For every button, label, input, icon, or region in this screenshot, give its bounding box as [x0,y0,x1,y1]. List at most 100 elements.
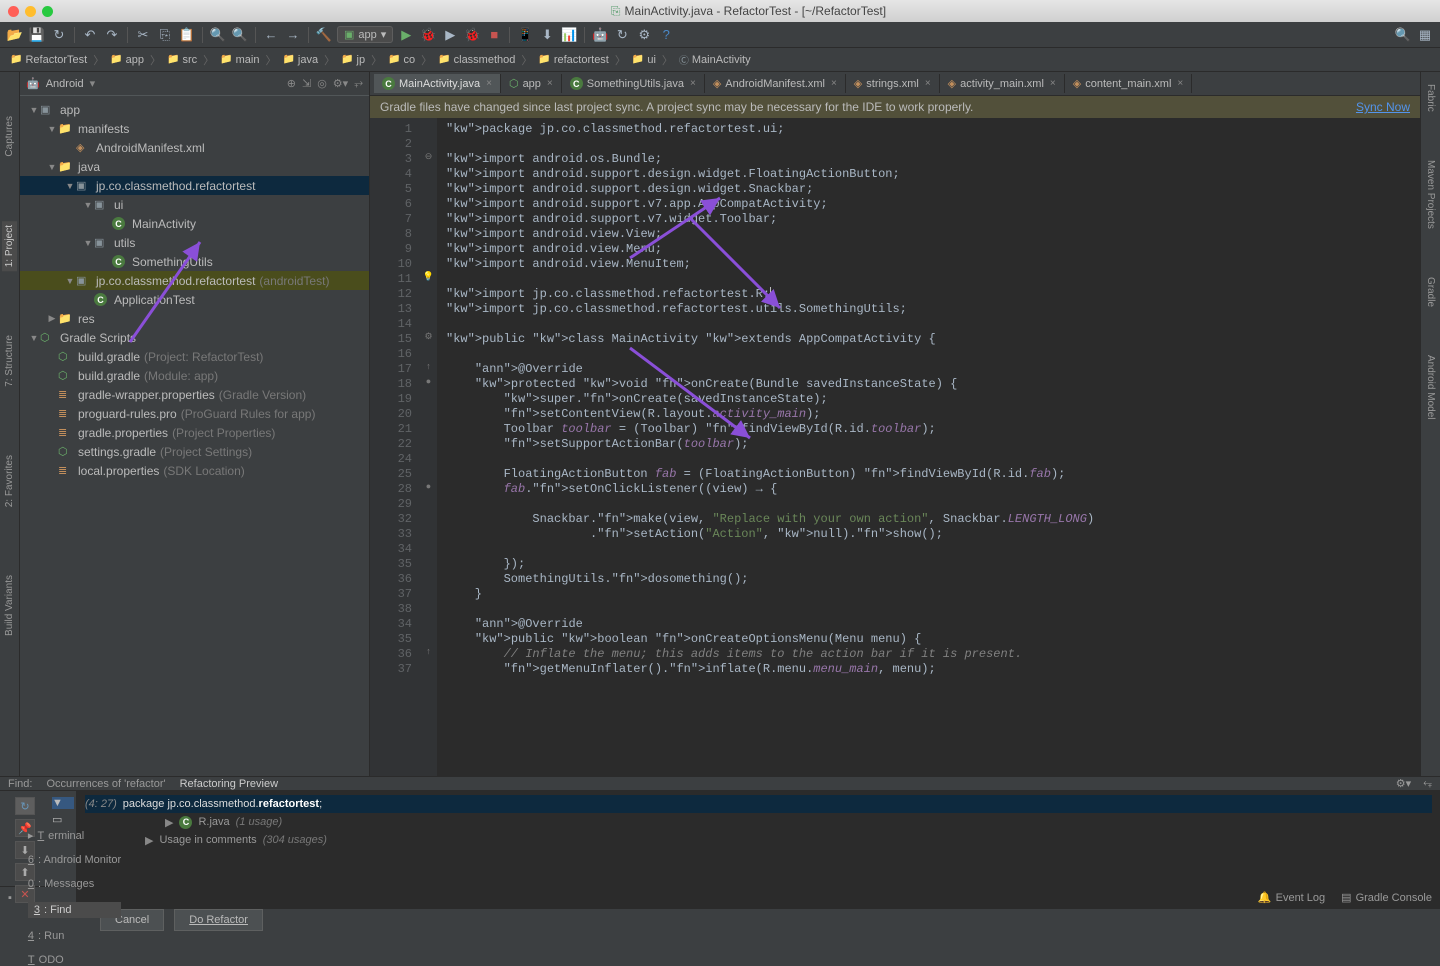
tree-row[interactable]: ▼📁manifests [20,119,369,138]
avd-icon[interactable]: 📱 [516,26,534,44]
editor-tab[interactable]: C MainActivity.java× [374,74,501,93]
tool-tab[interactable]: Gradle [1423,273,1438,311]
help-icon[interactable]: ? [657,26,675,44]
copy-icon[interactable]: ⎘ [156,26,174,44]
status-tab[interactable]: 3: Find [28,902,121,918]
run-icon[interactable]: ▶ [397,26,415,44]
status-tab[interactable]: 0: Messages [28,878,121,890]
status-tab[interactable]: 4: Run [28,930,121,942]
panel-hide-icon[interactable]: ⥆ [1423,777,1432,790]
editor-tab[interactable]: C SomethingUtils.java× [562,74,705,93]
cut-icon[interactable]: ✂ [134,26,152,44]
tree-row[interactable]: ▼▣jp.co.classmethod.refactortest [20,176,369,195]
close-icon[interactable] [8,6,19,17]
event-log-tab[interactable]: 🔔 Event Log [1258,891,1325,904]
breadcrumb-item[interactable]: 📁jp [337,53,369,67]
sync-icon[interactable]: ↻ [50,26,68,44]
find-tab[interactable]: Refactoring Preview [180,778,278,790]
tree-row[interactable]: CSomethingUtils [20,252,369,271]
status-corner-icon[interactable]: ▪ [8,892,12,904]
tree-row[interactable]: CMainActivity [20,214,369,233]
tree-row[interactable]: ⬡build.gradle(Project: RefactorTest) [20,347,369,366]
collapse-icon[interactable]: ⇲ [302,77,311,90]
tree-row[interactable]: ⬡build.gradle(Module: app) [20,366,369,385]
sdk-icon[interactable]: ⬇ [538,26,556,44]
tool-tab[interactable]: Android Model [1423,351,1438,423]
tool-tab[interactable]: Fabric [1423,80,1438,116]
tree-row[interactable]: CApplicationTest [20,290,369,309]
tree-row[interactable]: ▼▣ui [20,195,369,214]
tree-row[interactable]: ▼⬡Gradle Scripts [20,328,369,347]
status-tab[interactable]: ▸ Terminal [28,829,121,842]
replace-icon[interactable]: 🔍 [231,26,249,44]
tree-row[interactable]: ▶📁res [20,309,369,328]
panel-gear-icon[interactable]: ⚙▾ [1396,777,1411,790]
find-icon[interactable]: 🔍 [209,26,227,44]
search-everywhere-icon[interactable]: 🔍 [1394,26,1412,44]
code-editor[interactable]: 1234567891011121314151617181920212224252… [370,118,1420,776]
find-tab[interactable]: Occurrences of 'refactor' [46,778,165,790]
redo-icon[interactable]: ↷ [103,26,121,44]
monitor-icon[interactable]: 📊 [560,26,578,44]
tree-row[interactable]: ▼▣utils [20,233,369,252]
scroll-from-source-icon[interactable]: ⊕ [287,77,296,90]
breadcrumb-item[interactable]: 📁RefactorTest [6,53,91,67]
do-refactor-button[interactable]: Do Refactor [174,909,263,931]
maximize-icon[interactable] [42,6,53,17]
breadcrumb-item[interactable]: 📁co [384,53,419,67]
tool-tab[interactable]: Captures [2,112,17,161]
debug-icon[interactable]: 🐞 [419,26,437,44]
find-tab[interactable]: Find: [8,778,32,790]
tree-row[interactable]: ⬡settings.gradle(Project Settings) [20,442,369,461]
editor-tab[interactable]: ⬡ app× [501,74,562,93]
breadcrumb-item[interactable]: 📁app [106,53,148,67]
build-icon[interactable]: 🔨 [315,26,333,44]
tree-row[interactable]: ▼▣jp.co.classmethod.refactortest(android… [20,271,369,290]
forward-icon[interactable]: → [284,26,302,44]
tree-row[interactable]: ▼▣app [20,100,369,119]
editor-tab[interactable]: ◈ AndroidManifest.xml× [705,74,846,93]
attach-debug-icon[interactable]: 🐞 [463,26,481,44]
code-content[interactable]: "kw">package jp.co.classmethod.refactort… [438,118,1420,776]
hide-icon[interactable]: ⥅ [354,77,363,90]
gradle-sync-icon[interactable]: ↻ [613,26,631,44]
save-icon[interactable]: 💾 [28,26,46,44]
tree-row[interactable]: ◈AndroidManifest.xml [20,138,369,157]
gradle-console-tab[interactable]: ▤ Gradle Console [1341,891,1432,904]
tool-tab[interactable]: Build Variants [2,571,17,640]
tool-tab[interactable]: 7: Structure [2,331,17,391]
sync-now-link[interactable]: Sync Now [1356,100,1410,114]
breadcrumb-item[interactable]: 📁java [278,53,322,67]
status-tab[interactable]: TODO [28,954,121,966]
project-view-select[interactable]: Android [46,78,84,90]
editor-tab[interactable]: ◈ activity_main.xml× [940,74,1065,93]
run-config-select[interactable]: ▣app▾ [337,26,393,43]
minimize-icon[interactable] [25,6,36,17]
breadcrumb-item[interactable]: ⒸMainActivity [675,51,755,68]
undo-icon[interactable]: ↶ [81,26,99,44]
tool-tab[interactable]: Maven Projects [1423,156,1438,233]
editor-tab[interactable]: ◈ content_main.xml× [1065,74,1193,93]
structure-icon[interactable]: ⚙ [635,26,653,44]
back-icon[interactable]: ← [262,26,280,44]
status-tab[interactable]: 6: Android Monitor [28,854,121,866]
tree-row[interactable]: ≣gradle.properties(Project Properties) [20,423,369,442]
tree-row[interactable]: ≣gradle-wrapper.properties(Gradle Versio… [20,385,369,404]
breadcrumb-item[interactable]: 📁ui [628,53,660,67]
tool-tab[interactable]: 1: Project [2,221,17,271]
tree-row[interactable]: ≣proguard-rules.pro(ProGuard Rules for a… [20,404,369,423]
tool-tab[interactable]: 2: Favorites [2,451,17,511]
rerun-icon[interactable]: ↻ [15,797,35,815]
breadcrumb-item[interactable]: 📁classmethod [434,53,519,67]
tree-row[interactable]: ▼📁java [20,157,369,176]
preview-icon[interactable]: ▭ [52,813,74,826]
gear-icon[interactable]: ⚙▾ [333,77,348,90]
target-icon[interactable]: ◎ [317,77,327,90]
filter-icon[interactable]: ▼ [52,797,74,809]
project-tree[interactable]: ▼▣app▼📁manifests◈AndroidManifest.xml▼📁ja… [20,96,369,776]
open-icon[interactable]: 📂 [6,26,24,44]
editor-tab[interactable]: ◈ strings.xml× [846,74,940,93]
android-icon[interactable]: 🤖 [591,26,609,44]
breadcrumb-item[interactable]: 📁src [163,53,201,67]
user-icon[interactable]: ▦ [1416,26,1434,44]
